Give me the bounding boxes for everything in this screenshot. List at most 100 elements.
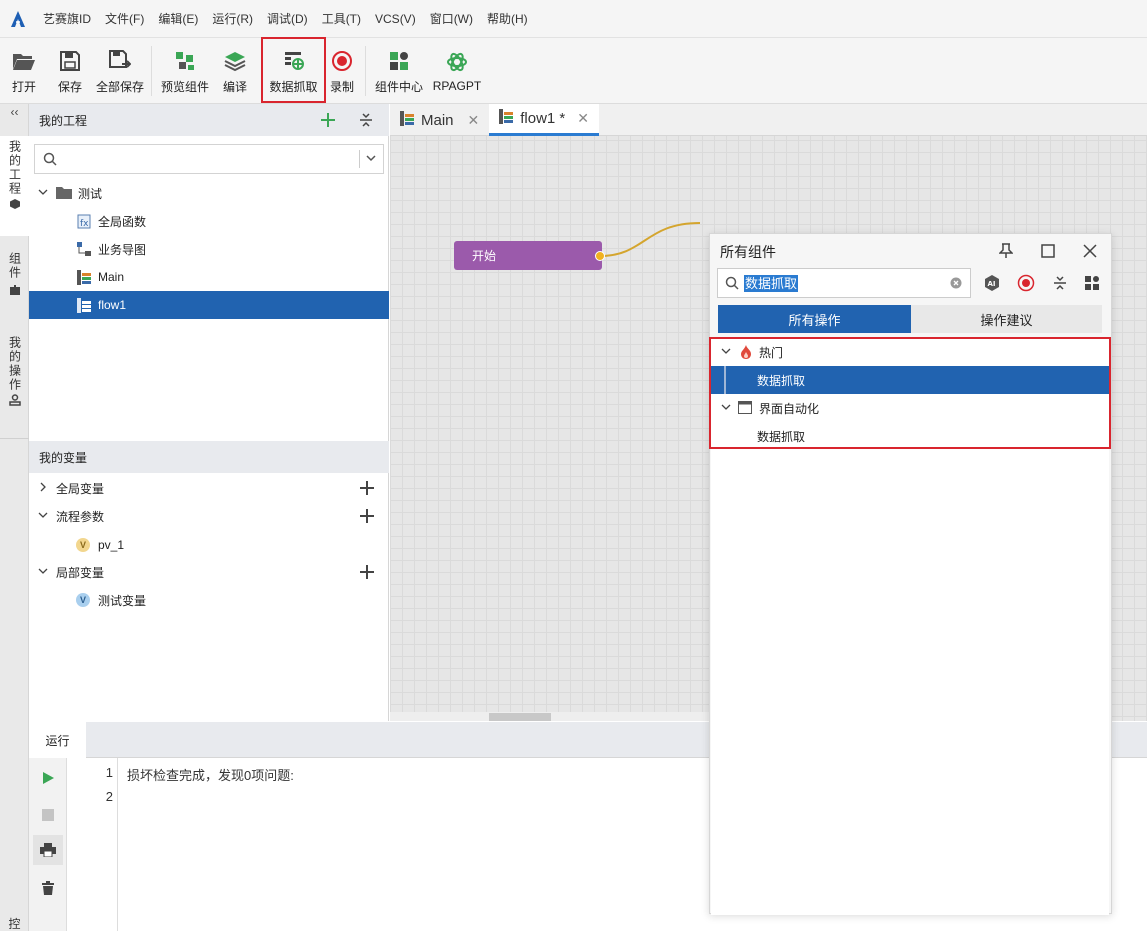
start-node-label: 开始: [472, 249, 497, 263]
flow-file-icon: [499, 109, 514, 128]
preview-components-button[interactable]: 预览组件: [158, 38, 212, 104]
tree-item-main[interactable]: Main: [29, 263, 389, 291]
close-icon[interactable]: ✕: [468, 112, 480, 129]
project-panel-header: 我的工程: [29, 104, 389, 136]
tab-main[interactable]: Main ✕: [390, 104, 489, 136]
menu-item-file[interactable]: 文件(F): [98, 10, 151, 27]
chevron-right-icon[interactable]: [38, 481, 48, 495]
grid-icon[interactable]: [1081, 272, 1103, 294]
menu-item-window[interactable]: 窗口(W): [423, 10, 480, 27]
app-logo-icon: [0, 10, 36, 28]
clear-search-icon[interactable]: [950, 277, 962, 292]
all-components-panel: 所有组件 数据抓取 AI 所有操作 操作建议 热门 数据抓取 界面自动化 数据抓…: [709, 233, 1112, 915]
var-group-label: 局部变量: [56, 565, 105, 580]
vtab-my-operations[interactable]: 我的操作: [0, 336, 29, 426]
rpagpt-label: RPAGPT: [432, 79, 482, 93]
var-group-flow-params[interactable]: 流程参数: [29, 502, 389, 530]
side-tabs: ‹‹ 我的工程 组件 我的操作 控: [0, 104, 29, 931]
pin-icon[interactable]: [995, 240, 1017, 262]
save-all-label: 全部保存: [95, 79, 144, 94]
trash-icon[interactable]: [38, 878, 58, 898]
tree-folder-test[interactable]: 测试: [29, 179, 389, 207]
close-icon[interactable]: [1079, 240, 1101, 262]
vtab-my-project[interactable]: 我的工程: [0, 136, 29, 236]
toolbar: 打开 保存 全部保存 预览组件 编译 数据抓取 录制 组件中心 RPAGPT: [0, 38, 1147, 104]
save-all-button[interactable]: 全部保存: [94, 38, 146, 104]
cube-icon: [9, 198, 21, 214]
tab-run[interactable]: 运行: [29, 722, 86, 758]
compile-label: 编译: [222, 79, 247, 94]
ai-icon[interactable]: AI: [981, 272, 1003, 294]
data-scrape-highlight: [261, 37, 326, 103]
tree-item-business-map[interactable]: 业务导图: [29, 235, 389, 263]
tab-operation-suggestions[interactable]: 操作建议: [911, 305, 1102, 333]
menu-item-run[interactable]: 运行(R): [205, 10, 260, 27]
rpagpt-button[interactable]: RPAGPT: [432, 38, 482, 104]
canvas-horizontal-scrollbar[interactable]: [390, 712, 710, 721]
open-button[interactable]: 打开: [6, 38, 42, 104]
compile-button[interactable]: 编译: [219, 38, 251, 104]
var-group-global[interactable]: 全局变量: [29, 474, 389, 502]
left-panel: 我的工程 测试 fx 全局函数 业务导图 Main flow1 我的变量 全局变…: [29, 104, 389, 721]
var-group-local[interactable]: 局部变量: [29, 558, 389, 586]
component-search-input[interactable]: 数据抓取: [717, 268, 971, 298]
stop-icon[interactable]: [38, 805, 58, 825]
print-icon[interactable]: [33, 835, 63, 865]
search-divider: [359, 150, 360, 168]
menu-item-account[interactable]: 艺赛旗ID: [36, 10, 98, 27]
tab-flow1[interactable]: flow1 * ✕: [489, 104, 600, 136]
scrollbar-thumb[interactable]: [489, 713, 551, 721]
var-item-label: pv_1: [98, 538, 125, 552]
search-icon: [725, 276, 739, 293]
chevron-down-icon[interactable]: [38, 565, 48, 579]
variables-panel-header: 我的变量: [29, 441, 389, 473]
tab-main-label: Main: [421, 111, 454, 129]
maximize-icon[interactable]: [1037, 240, 1059, 262]
component-center-icon: [388, 48, 410, 74]
variables-panel-title: 我的变量: [39, 450, 88, 465]
editor-tab-bar: Main ✕ flow1 * ✕: [390, 104, 1147, 136]
chevron-down-icon[interactable]: [38, 186, 48, 200]
start-node[interactable]: 开始: [454, 241, 602, 270]
tree-item-flow1[interactable]: flow1: [29, 291, 389, 319]
add-icon[interactable]: [359, 508, 375, 527]
play-icon[interactable]: [38, 768, 58, 788]
collapse-all-icon[interactable]: [356, 110, 376, 130]
vtab-console[interactable]: 控: [0, 916, 29, 931]
var-item-pv1[interactable]: V pv_1: [29, 531, 389, 559]
close-icon[interactable]: ✕: [577, 110, 589, 127]
tree-item-label: 全局函数: [98, 214, 147, 229]
all-components-title: 所有组件: [720, 244, 776, 260]
collapse-all-icon[interactable]: [1049, 272, 1071, 294]
chevron-down-icon[interactable]: [38, 509, 48, 523]
vtab-my-project-label: 我的工程: [7, 140, 22, 196]
menu-item-vcs[interactable]: VCS(V): [368, 12, 423, 26]
menu-item-debug[interactable]: 调试(D): [260, 10, 315, 27]
add-icon[interactable]: [359, 564, 375, 583]
save-button[interactable]: 保存: [54, 38, 86, 104]
project-search-input[interactable]: [34, 144, 384, 174]
add-icon[interactable]: [318, 110, 338, 130]
record-icon[interactable]: [1015, 272, 1037, 294]
var-item-test[interactable]: V 测试变量: [29, 586, 389, 614]
menu-item-edit[interactable]: 编辑(E): [151, 10, 205, 27]
chevron-down-icon[interactable]: [365, 152, 377, 167]
console-line: 损坏检查完成，发现0项问题:: [127, 768, 294, 783]
open-label: 打开: [11, 79, 36, 94]
start-node-port[interactable]: [595, 251, 605, 261]
puzzle-icon: [9, 284, 21, 300]
svg-text:AI: AI: [988, 280, 996, 288]
add-icon[interactable]: [359, 480, 375, 499]
tab-all-operations[interactable]: 所有操作: [718, 305, 911, 333]
record-button[interactable]: 录制: [328, 38, 356, 104]
user-ops-icon: [8, 394, 21, 410]
component-center-button[interactable]: 组件中心: [373, 38, 425, 104]
folder-icon: [56, 187, 72, 202]
menu-item-help[interactable]: 帮助(H): [480, 10, 535, 27]
vtab-components[interactable]: 组件: [0, 252, 29, 312]
preview-components-label: 预览组件: [160, 79, 209, 94]
menu-item-tools[interactable]: 工具(T): [315, 10, 368, 27]
tree-item-global-functions[interactable]: fx 全局函数: [29, 207, 389, 235]
var-group-label: 流程参数: [56, 509, 105, 524]
collapse-icon[interactable]: ‹‹: [0, 104, 29, 120]
